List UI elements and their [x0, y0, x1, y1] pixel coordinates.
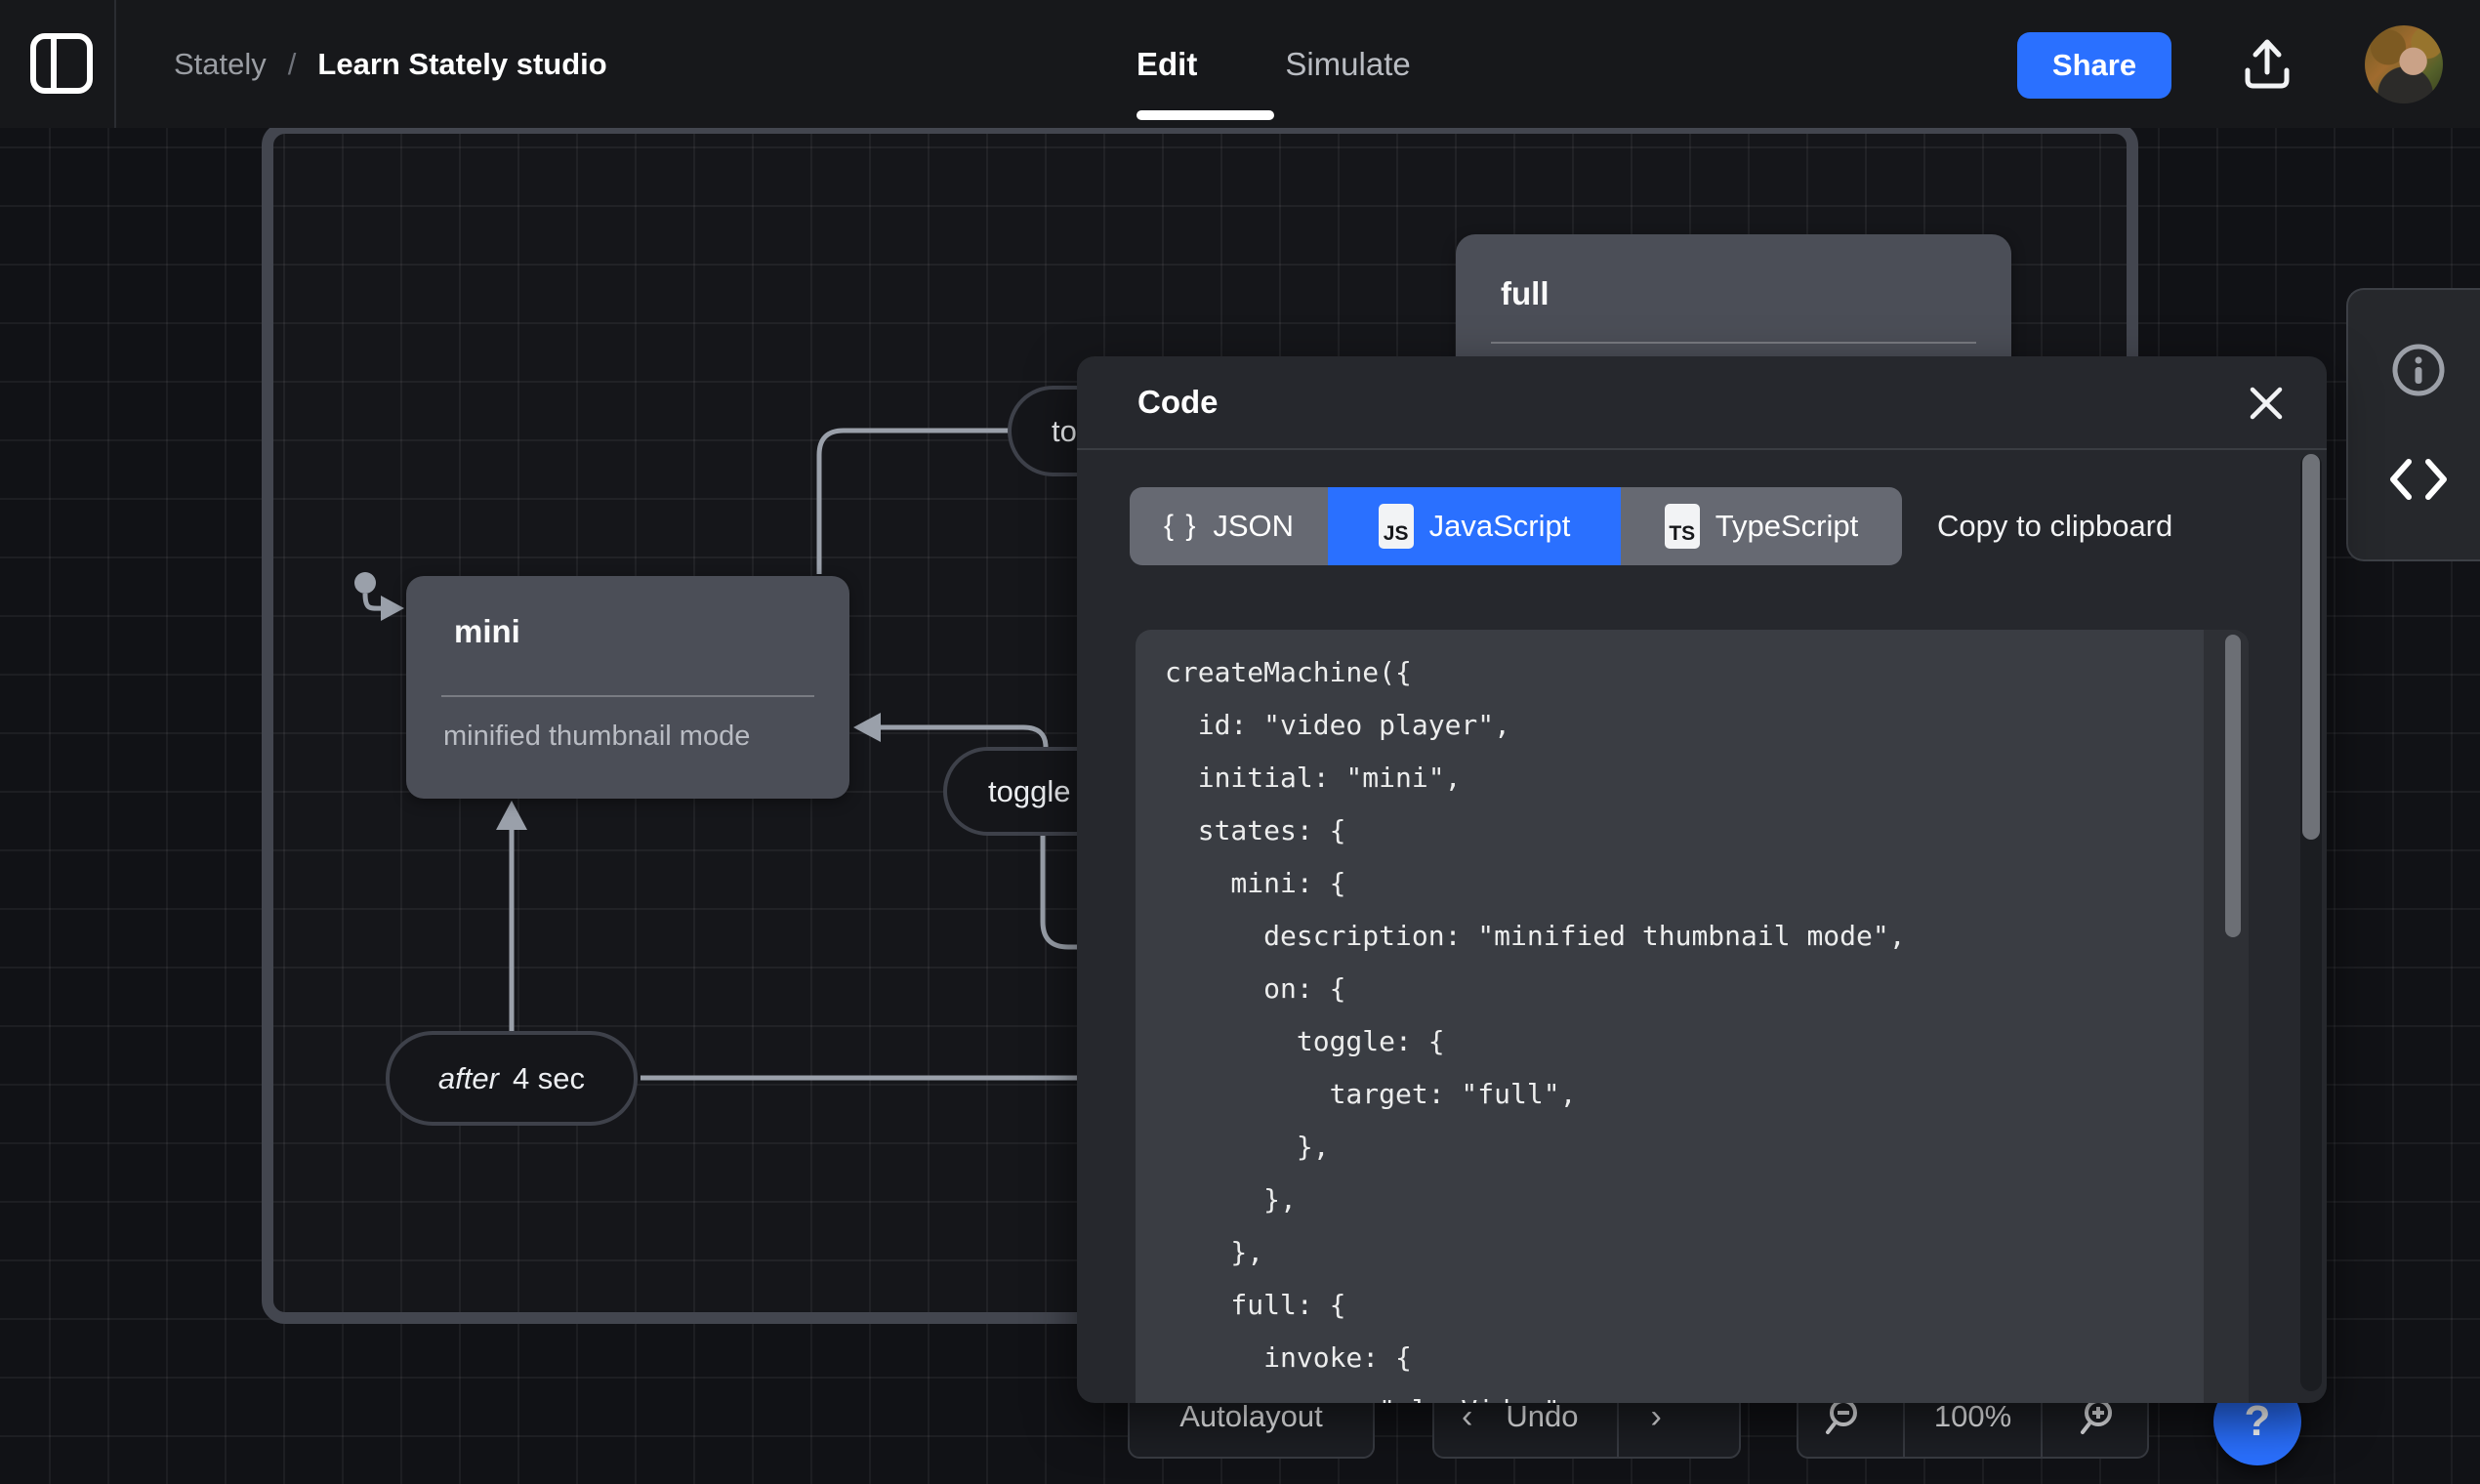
tab-label: Edit — [1137, 45, 1198, 82]
state-title: full — [1501, 275, 1550, 311]
redo-chevron-icon[interactable]: › — [1650, 1398, 1661, 1436]
state-divider — [441, 695, 814, 697]
user-avatar[interactable] — [2365, 25, 2443, 103]
zoom-level-value[interactable]: 100% — [1934, 1399, 2011, 1434]
code-panel: Code { } JSON JS JavaScript TS TypeScrip… — [1077, 356, 2327, 1403]
copy-label: Copy to clipboard — [1937, 509, 2173, 543]
state-divider — [1491, 342, 1976, 344]
panel-scrollbar-thumb[interactable] — [2302, 454, 2320, 840]
code-panel-button[interactable] — [2389, 450, 2448, 509]
tab-label: JSON — [1213, 509, 1295, 543]
undo-chevron-icon[interactable]: ‹ — [1462, 1398, 1472, 1436]
tab-typescript[interactable]: TS TypeScript — [1621, 487, 1902, 565]
tab-javascript[interactable]: JS JavaScript — [1328, 487, 1621, 565]
after-duration: 4 sec — [512, 1060, 586, 1095]
event-label: toggle — [988, 773, 1071, 808]
code-scrollbar-thumb[interactable] — [2225, 635, 2241, 937]
sidebar-toggle-button[interactable] — [29, 32, 94, 95]
code-editor-block[interactable]: createMachine({ id: "video player", init… — [1136, 630, 2249, 1403]
tab-label: JavaScript — [1428, 509, 1571, 543]
sidebar-panel-icon — [30, 33, 93, 94]
breadcrumb-separator: / — [287, 46, 297, 81]
active-tab-underline — [1137, 110, 1274, 120]
tab-json[interactable]: { } JSON — [1130, 487, 1328, 565]
state-title: mini — [454, 613, 520, 649]
autolayout-label: Autolayout — [1179, 1399, 1323, 1433]
copy-to-clipboard-button[interactable]: Copy to clipboard — [1937, 487, 2172, 565]
event-pill-after-4-sec[interactable]: after 4 sec — [386, 1031, 638, 1126]
upload-icon — [2245, 39, 2290, 89]
code-brackets-icon — [2390, 459, 2447, 500]
code-panel-title: Code — [1137, 384, 1219, 420]
header-divider — [1077, 448, 2327, 450]
json-braces-icon: { } — [1163, 510, 1198, 542]
state-node-mini[interactable]: mini minified thumbnail mode — [406, 576, 849, 799]
after-keyword: after — [437, 1060, 499, 1095]
tab-label: Simulate — [1285, 45, 1411, 82]
mode-tabs: Edit Simulate — [1137, 0, 1411, 128]
project-title[interactable]: Learn Stately studio — [317, 47, 606, 82]
right-tool-panel — [2346, 288, 2480, 561]
breadcrumb: Stately / Learn Stately studio — [174, 0, 607, 128]
machine-code-text: createMachine({ id: "video player", init… — [1165, 656, 1906, 1403]
close-button[interactable] — [2245, 382, 2288, 425]
state-description: minified thumbnail mode — [443, 721, 751, 752]
tab-label: TypeScript — [1715, 509, 1859, 543]
info-button[interactable] — [2389, 341, 2448, 399]
code-scrollbar-track[interactable] — [2204, 630, 2249, 1403]
topbar-divider — [114, 0, 116, 128]
breadcrumb-app-link[interactable]: Stately — [174, 47, 267, 82]
info-icon — [2392, 344, 2445, 396]
export-button[interactable] — [2236, 33, 2298, 96]
share-label: Share — [2051, 48, 2137, 82]
tab-edit[interactable]: Edit — [1137, 0, 1274, 128]
ts-badge-icon: TS — [1664, 504, 1700, 549]
help-label: ? — [2244, 1397, 2271, 1445]
stately-studio-app: full mini minified thumbnail mode toggle… — [0, 0, 2480, 1484]
top-bar: Stately / Learn Stately studio Edit Simu… — [0, 0, 2480, 128]
undo-button[interactable]: Undo — [1506, 1399, 1578, 1434]
js-badge-icon: JS — [1378, 504, 1414, 549]
close-icon — [2250, 387, 2283, 420]
language-tabs: { } JSON JS JavaScript TS TypeScript — [1130, 487, 1902, 565]
tab-simulate[interactable]: Simulate — [1285, 0, 1410, 128]
code-panel-header: Code — [1077, 356, 2327, 448]
panel-scrollbar-track[interactable] — [2300, 454, 2322, 1391]
share-button[interactable]: Share — [2017, 32, 2171, 99]
